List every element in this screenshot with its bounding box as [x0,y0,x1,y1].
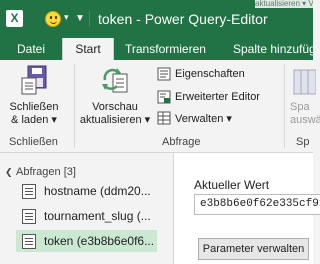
advanced-editor-icon [157,90,171,104]
tab-file[interactable]: Datei [0,38,62,60]
refresh-preview-button[interactable]: Vorschau aktualisieren ▾ [78,64,152,127]
manage-icon [157,111,171,125]
tab-add-column[interactable]: Spalte hinzufüg [233,38,316,60]
parameter-icon [22,183,36,199]
advanced-editor-label: Erweiterter Editor [175,91,260,103]
query-item-token[interactable]: token (e3b8b6e0f6... [16,230,157,252]
close-and-load-label-2: & laden ▾ [11,114,57,126]
window-title: token - Power Query-Editor [98,11,268,27]
refresh-icon [102,68,128,93]
refresh-preview-label-1: Vorschau [92,101,138,113]
title-bar: X ▾ ▼ token - Power Query-Editor aktuali… [0,0,313,38]
choose-columns-label-1: Spa [290,101,310,113]
close-and-load-icon [21,65,47,95]
feedback-dropdown-icon[interactable]: ▾ [64,12,69,23]
columns-icon [293,69,316,95]
parameter-icon [22,208,36,224]
manage-button[interactable]: Verwalten ▾ [157,109,232,127]
manage-label: Verwalten ▾ [175,112,232,125]
close-and-load-button[interactable]: Schließen & laden ▾ [6,64,62,127]
customize-quick-access-icon[interactable]: ▼ [75,13,85,24]
ribbon-tabs: Datei Start Transformieren Spalte hinzuf… [0,38,316,60]
close-and-load-label-1: Schließen [9,101,59,113]
queries-header: Abfragen [3] [16,166,76,178]
title-divider [89,11,90,27]
query-item-label: token (e3b8b6e0f6... [44,234,155,248]
excel-logo-icon: X [6,10,23,27]
refresh-preview-label-2: aktualisieren ▾ [79,114,151,126]
choose-columns-button[interactable]: Spa auswä [290,64,320,127]
query-item-label: tournament_slug (... [44,209,151,223]
collapse-pane-icon[interactable]: ❮ [5,167,13,178]
query-item-label: hostname (ddm20... [44,184,151,198]
properties-label: Eigenschaften [175,68,245,80]
group-label-columns: Sp [296,136,310,148]
group-divider [74,64,75,148]
current-value-label: Aktueller Wert [194,178,270,192]
group-label-query: Abfrage [162,136,201,148]
properties-button[interactable]: Eigenschaften [157,65,245,83]
query-item-tournament-slug[interactable]: tournament_slug (... [16,205,157,227]
choose-columns-label-2: auswä [290,114,320,126]
group-divider [284,64,285,148]
tab-start[interactable]: Start [62,38,114,60]
parameter-icon [22,233,36,249]
query-item-hostname[interactable]: hostname (ddm20... [16,180,157,202]
advanced-editor-button[interactable]: Erweiterter Editor [157,88,260,106]
tab-transform[interactable]: Transformieren [125,38,206,60]
ribbon: Schließen & laden ▾ Schließen Vorschau a… [0,60,320,153]
parameter-pane: Aktueller Wert e3b8b6e0f62e335cf91 Param… [174,153,320,264]
queries-pane: ❮ Abfragen [3] hostname (ddm20... tourna… [0,153,174,264]
properties-icon [157,67,171,81]
current-value-input[interactable]: e3b8b6e0f62e335cf91 [194,194,320,215]
group-label-close: Schließen [9,136,58,148]
smiley-feedback-icon[interactable] [45,11,61,27]
background-window-strip: aktualisieren ▾ Verknüpfungen bear [255,0,313,8]
manage-parameters-button[interactable]: Parameter verwalten [198,238,309,260]
